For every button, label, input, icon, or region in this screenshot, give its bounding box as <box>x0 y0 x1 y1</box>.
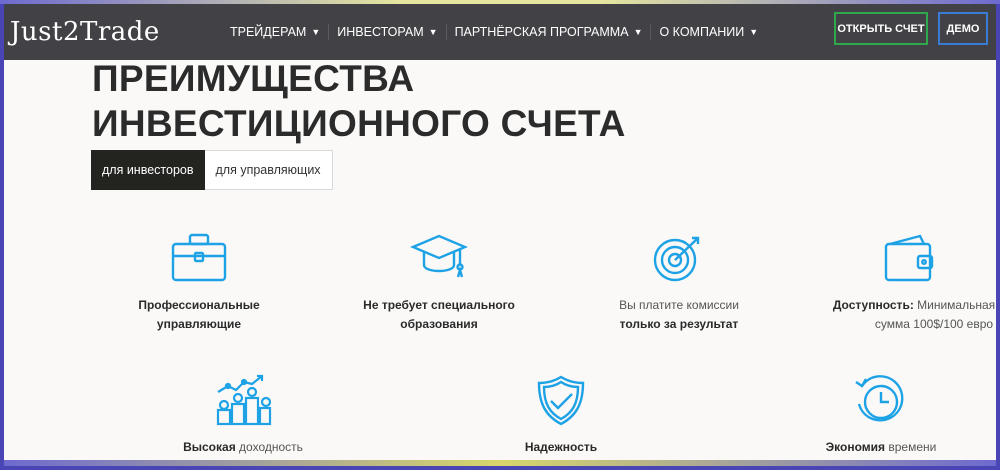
briefcase-icon <box>171 233 227 282</box>
feature-availability-line-2: сумма 100$/100 евро <box>874 317 994 331</box>
caret-down-icon: ▼ <box>633 27 643 37</box>
menu-company[interactable]: О КОМПАНИИ ▼ <box>651 24 766 40</box>
feature-high-yield: Высокая доходность <box>158 374 328 457</box>
feature-professional-line-1: Профессиональные <box>138 298 260 312</box>
feature-time-saving-line-1: Экономия времени <box>796 438 966 457</box>
tab-investors[interactable]: для инвесторов <box>91 150 205 190</box>
feature-time-saving-bold: Экономия <box>825 440 886 454</box>
menu-partner-label: ПАРТНЁРСКАЯ ПРОГРАММА <box>454 25 629 39</box>
menu-investors[interactable]: ИНВЕСТОРАМ ▼ <box>329 24 447 40</box>
wallet-icon <box>884 234 934 282</box>
feature-availability-line-1: Доступность: Минимальная <box>832 296 996 315</box>
feature-high-yield-bold: Высокая <box>183 440 236 454</box>
feature-high-yield-line-1: Высокая доходность <box>158 438 328 457</box>
page-title: ПРЕИМУЩЕСТВА ИНВЕСТИЦИОННОГО СЧЕТА <box>92 56 626 146</box>
feature-reliability: Надежность <box>476 374 646 457</box>
audience-tabs: для инвесторов для управляющих <box>91 150 333 190</box>
feature-no-education-line-2: образования <box>400 317 478 331</box>
feature-high-yield-rest: доходность <box>235 440 303 454</box>
tab-managers[interactable]: для управляющих <box>204 150 333 190</box>
open-account-button[interactable]: ОТКРЫТЬ СЧЕТ <box>834 12 928 45</box>
logo[interactable]: Just2Trade <box>10 17 160 47</box>
demo-button[interactable]: ДЕМО <box>938 12 988 45</box>
menu-traders[interactable]: ТРЕЙДЕРАМ ▼ <box>222 24 330 40</box>
menu-traders-label: ТРЕЙДЕРАМ <box>230 25 307 39</box>
caret-down-icon: ▼ <box>311 27 321 37</box>
feature-commission-line-1: Вы платите комиссии <box>619 298 739 312</box>
feature-commission-line-2: только за результат <box>619 317 739 331</box>
feature-reliability-line-1: Надежность <box>476 438 646 457</box>
feature-commission: Вы платите комиссии только за результат <box>594 232 764 334</box>
growth-coins-icon <box>216 374 272 426</box>
menu-partner[interactable]: ПАРТНЁРСКАЯ ПРОГРАММА ▼ <box>447 24 652 40</box>
menu-investors-label: ИНВЕСТОРАМ <box>337 25 424 39</box>
navbar: Just2Trade ТРЕЙДЕРАМ ▼ ИНВЕСТОРАМ ▼ ПАРТ… <box>4 4 996 60</box>
feature-reliability-bold: Надежность <box>524 440 598 454</box>
feature-time-saving-rest: времени <box>885 440 937 454</box>
feature-professional: Профессиональные управляющие <box>114 232 284 334</box>
caret-down-icon: ▼ <box>428 27 438 37</box>
feature-time-saving: Экономия времени <box>796 374 966 457</box>
title-line-1: ПРЕИМУЩЕСТВА <box>92 58 415 99</box>
menu-company-label: О КОМПАНИИ <box>659 25 745 39</box>
feature-no-education: Не требует специального образования <box>354 232 524 334</box>
main-menu: ТРЕЙДЕРАМ ▼ ИНВЕСТОРАМ ▼ ПАРТНЁРСКАЯ ПРО… <box>222 24 766 40</box>
feature-professional-line-2: управляющие <box>156 317 242 331</box>
title-line-2: ИНВЕСТИЦИОННОГО СЧЕТА <box>92 103 626 144</box>
page: ПРЕИМУЩЕСТВА ИНВЕСТИЦИОННОГО СЧЕТА Just2… <box>4 4 996 466</box>
feature-availability-rest: Минимальная <box>913 298 996 312</box>
shield-check-icon <box>537 375 585 426</box>
feature-no-education-line-1: Не требует специального <box>363 298 515 312</box>
clock-icon <box>855 375 904 422</box>
feature-availability-bold: Доступность: <box>832 298 914 312</box>
feature-availability: Доступность: Минимальная сумма 100$/100 … <box>832 232 996 334</box>
graduation-cap-icon <box>410 234 468 278</box>
caret-down-icon: ▼ <box>749 27 759 37</box>
target-icon <box>653 236 700 282</box>
